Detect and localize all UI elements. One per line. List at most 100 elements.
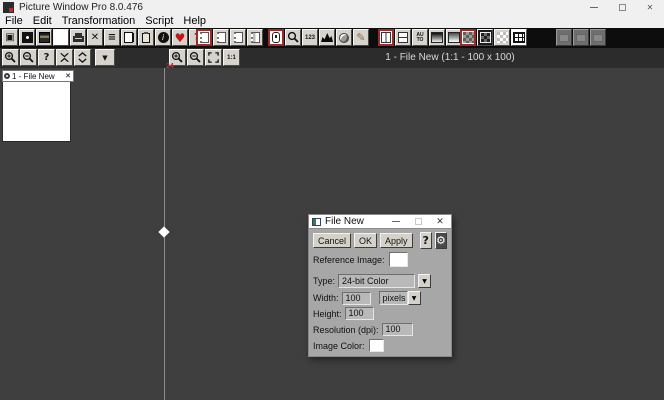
checker-light-button[interactable] [494, 29, 510, 46]
checker-dark-button[interactable] [477, 29, 493, 46]
splitter-handle[interactable] [158, 226, 169, 237]
info-button[interactable]: i [155, 29, 171, 46]
width-row: Width: 100 pixels ▼ [313, 291, 447, 305]
help-mode-button[interactable]: ? [38, 49, 55, 66]
type-select[interactable]: 24-bit Color [338, 274, 415, 288]
copy-button[interactable] [121, 29, 137, 46]
dialog-settings-button[interactable]: ⚙ [435, 232, 447, 249]
close-button[interactable]: ✕ [636, 0, 664, 15]
layout-single-pane-button[interactable] [196, 29, 212, 46]
checkerboard-light-icon [497, 32, 508, 43]
dialog-title: File New [325, 216, 364, 227]
window-titlebar: Picture Window Pro 8.0.476 ✕ [0, 0, 664, 15]
background-pattern-group [460, 29, 527, 46]
fit-to-window-button[interactable] [205, 49, 222, 66]
dialog-controls: ✕ [385, 215, 451, 229]
collapse-button[interactable] [56, 49, 73, 66]
resolution-input[interactable]: 100 [382, 323, 413, 336]
left-zoom-group: ? ▼ [2, 49, 115, 66]
dialog-close-button[interactable]: ✕ [429, 215, 451, 229]
unit-dropdown-arrow[interactable]: ▼ [408, 291, 421, 305]
reference-image-row: Reference Image: [313, 252, 447, 267]
dialog-minimize-button[interactable] [385, 215, 407, 229]
blank-image-button[interactable] [53, 29, 69, 46]
expand-button[interactable] [74, 49, 91, 66]
print-button[interactable] [70, 29, 86, 46]
image-color-swatch[interactable] [369, 339, 384, 352]
chevron-down-icon: ▼ [412, 295, 417, 302]
pane-icon [200, 32, 209, 43]
color-picker-button[interactable] [336, 29, 352, 46]
type-row: Type: 24-bit Color ▼ [313, 274, 447, 288]
type-dropdown-arrow[interactable]: ▼ [418, 274, 431, 288]
image-icon [22, 32, 33, 43]
layout-pane-4-button[interactable] [247, 29, 263, 46]
save-button[interactable] [36, 29, 52, 46]
reference-image-box[interactable] [389, 252, 408, 267]
zoom-out-icon [22, 51, 35, 64]
grid-button[interactable] [511, 29, 527, 46]
disabled-image-button [556, 29, 572, 46]
view-options-dropdown[interactable]: ▼ [95, 49, 115, 66]
width-input[interactable]: 100 [342, 292, 371, 305]
menu-script[interactable]: Script [140, 15, 178, 28]
dialog-maximize-button [407, 215, 429, 229]
zoom-out-button[interactable] [20, 49, 37, 66]
layout-pane-3-button[interactable] [230, 29, 246, 46]
workspace: 1 - File New (1:1 - 100 x 100) 1 - File … [0, 68, 664, 400]
horizontal-split-button[interactable] [395, 29, 411, 46]
disabled-printer-icon [576, 34, 586, 42]
probe-button[interactable] [268, 29, 284, 46]
pencil-icon: ✎ [356, 31, 365, 44]
cancel-button[interactable]: Cancel [313, 233, 351, 248]
vertical-split-button[interactable] [378, 29, 394, 46]
checker-gray-button[interactable] [460, 29, 476, 46]
disabled-image-icon [559, 34, 569, 42]
list-lines-icon: ≡ [108, 32, 116, 43]
thumbnail-close-button[interactable]: ✕ [63, 72, 73, 80]
thumbnail-image[interactable] [2, 82, 71, 142]
readout-button[interactable]: 123 [302, 29, 318, 46]
minimize-icon [392, 221, 400, 222]
browse-list-button[interactable]: ≡ [104, 29, 120, 46]
viewer-zoom-out-button[interactable] [187, 49, 204, 66]
auto-button[interactable]: AU TO [412, 29, 428, 46]
close-image-button[interactable]: ✕ [87, 29, 103, 46]
thumbnail-titlebar[interactable]: 1 - File New ✕ [2, 70, 74, 82]
maximize-button[interactable] [608, 0, 636, 15]
new-composite-button[interactable]: ▣ [2, 29, 18, 46]
view-toolbar: ? ▼ 1:1 [0, 48, 664, 68]
ok-button[interactable]: OK [354, 233, 377, 248]
menu-transformation[interactable]: Transformation [57, 15, 141, 28]
layout-pane-2-button[interactable] [213, 29, 229, 46]
menu-help[interactable]: Help [178, 15, 211, 28]
magnifier-icon [287, 31, 300, 44]
annotate-button[interactable]: ✎ [353, 29, 369, 46]
apply-button[interactable]: Apply [380, 233, 413, 248]
paste-button[interactable] [138, 29, 154, 46]
split-view-group: AU TO [378, 29, 462, 46]
main-toolbar: ▣ ✕ ≡ i ♥ ? 123 ✎ AU TO [0, 28, 664, 48]
histogram-button[interactable] [319, 29, 335, 46]
minimize-button[interactable] [580, 0, 608, 15]
height-input[interactable]: 100 [345, 307, 374, 320]
minimize-icon [590, 7, 598, 8]
dialog-help-button[interactable]: ? [420, 232, 432, 249]
clipboard-icon [142, 33, 150, 43]
favorites-button[interactable]: ♥ [172, 29, 188, 46]
zoom-in-button[interactable] [2, 49, 19, 66]
height-label: Height: [313, 309, 342, 319]
open-image-button[interactable] [19, 29, 35, 46]
actual-size-button[interactable]: 1:1 [223, 49, 240, 66]
gradient-dark-button[interactable] [429, 29, 445, 46]
menu-edit[interactable]: Edit [28, 15, 57, 28]
resolution-row: Resolution (dpi): 100 [313, 323, 447, 336]
width-unit-select[interactable]: pixels [379, 291, 408, 305]
magnifier-button[interactable] [285, 29, 301, 46]
dialog-titlebar[interactable]: File New ✕ [308, 214, 452, 229]
thumbnail-window[interactable]: 1 - File New ✕ [2, 70, 74, 142]
dialog-body: Cancel OK Apply ? ⚙ Reference Image: Typ… [308, 229, 452, 357]
disabled-tool-group [556, 29, 606, 46]
menu-file[interactable]: File [0, 15, 28, 28]
window-title: Picture Window Pro 8.0.476 [19, 2, 143, 13]
